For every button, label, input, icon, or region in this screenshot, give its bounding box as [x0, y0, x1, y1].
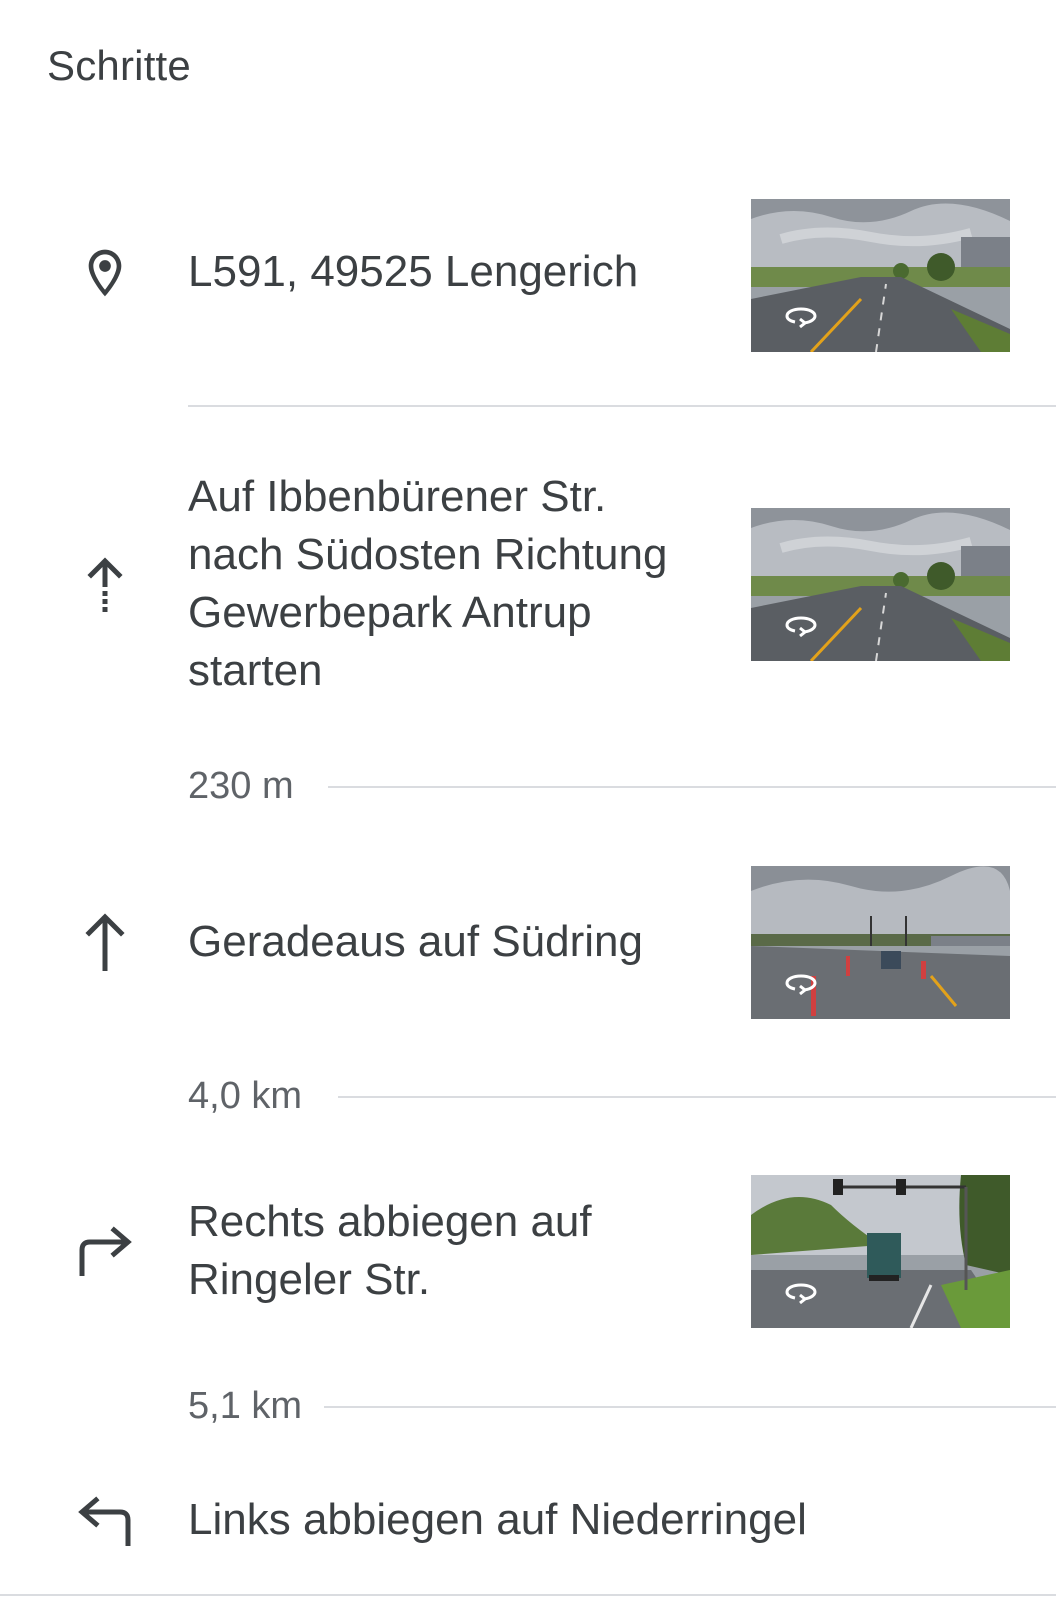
- page-title: Schritte: [47, 42, 191, 89]
- rotate-360-icon: [785, 1283, 817, 1305]
- street-view-thumbnail[interactable]: [751, 866, 1010, 1019]
- step-instruction: Geradeaus auf Südring: [188, 917, 643, 966]
- step-instruction: Links abbiegen auf Niederringel: [188, 1495, 807, 1544]
- rotate-360-icon: [785, 974, 817, 996]
- step-instruction: Rechts abbiegen auf Ringeler Str.: [188, 1197, 592, 1304]
- divider: [324, 1406, 1056, 1408]
- step-turn-left[interactable]: Links abbiegen auf Niederringel: [0, 1475, 1056, 1585]
- street-view-thumbnail[interactable]: [751, 199, 1010, 352]
- rotate-360-icon: [785, 307, 817, 329]
- place-pin-icon: [70, 238, 140, 308]
- turn-left-icon: [70, 1485, 140, 1555]
- divider: [338, 1096, 1056, 1098]
- dotted-arrow-up-icon: [70, 550, 140, 620]
- step-distance: 4,0 km: [188, 1075, 303, 1117]
- arrow-up-icon: [70, 908, 140, 978]
- street-view-thumbnail[interactable]: [751, 508, 1010, 661]
- divider: [328, 786, 1056, 788]
- rotate-360-icon: [785, 616, 817, 638]
- divider: [0, 1594, 1056, 1596]
- street-view-thumbnail[interactable]: [751, 1175, 1010, 1328]
- step-start-direction[interactable]: Auf Ibbenbürener Str. nach Südosten Rich…: [0, 460, 1056, 720]
- turn-right-icon: [70, 1215, 140, 1285]
- step-distance: 230 m: [188, 765, 294, 807]
- step-instruction: Auf Ibbenbürener Str. nach Südosten Rich…: [188, 472, 668, 695]
- step-turn-right[interactable]: Rechts abbiegen auf Ringeler Str.: [0, 1175, 1056, 1335]
- step-start-location[interactable]: L591, 49525 Lengerich: [0, 196, 1056, 356]
- step-instruction: L591, 49525 Lengerich: [188, 247, 639, 296]
- step-straight[interactable]: Geradeaus auf Südring: [0, 866, 1056, 1026]
- step-distance: 5,1 km: [188, 1385, 303, 1427]
- divider: [188, 405, 1056, 407]
